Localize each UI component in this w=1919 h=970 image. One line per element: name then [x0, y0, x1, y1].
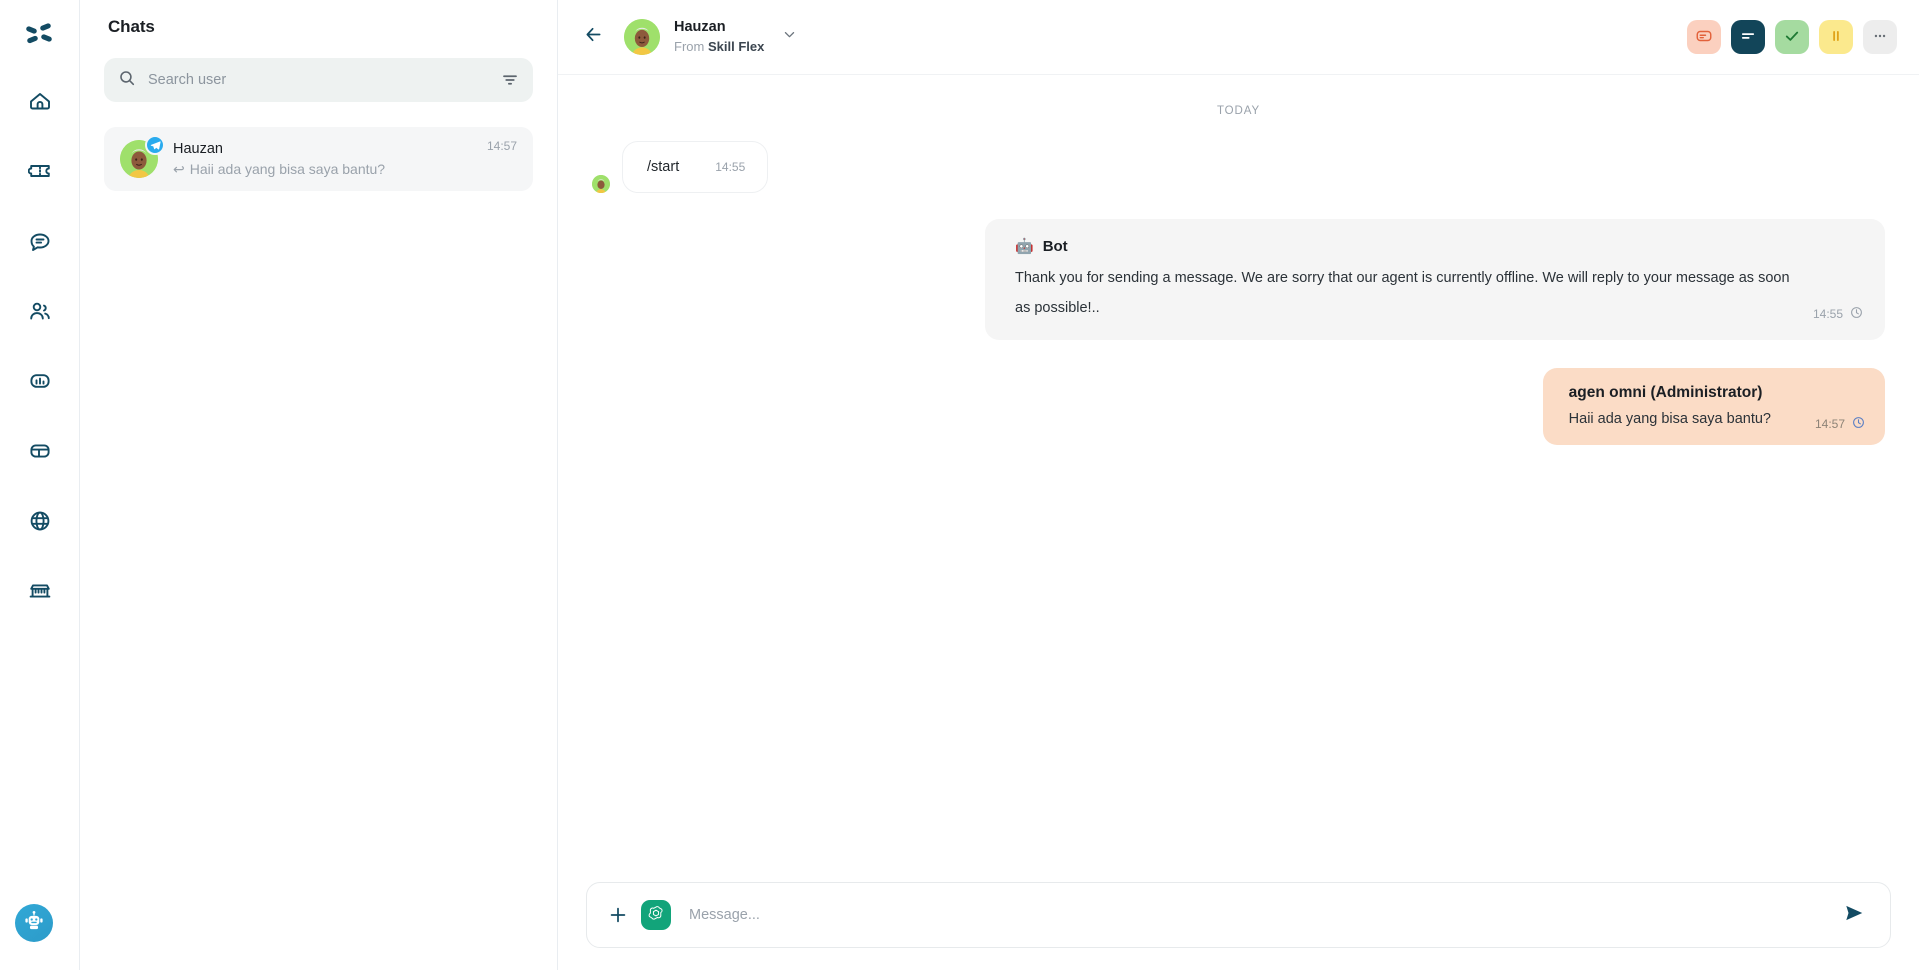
marketplace-icon: [28, 579, 52, 608]
chat-list-item-name: Hauzan: [173, 140, 223, 157]
ellipsis-icon: [1871, 27, 1889, 48]
message-avatar: [592, 175, 610, 193]
message-sender-agent: agen omni (Administrator): [1568, 384, 1763, 401]
clock-icon: [1852, 416, 1865, 432]
message-bubble-outgoing: agen omni (Administrator) Haii ada yang …: [1542, 368, 1885, 445]
pause-icon: [1827, 27, 1845, 48]
sidebar-item-marketplace[interactable]: [17, 570, 63, 616]
message-meta: 14:55: [1813, 306, 1863, 322]
app-logo[interactable]: [18, 14, 62, 58]
message-text: Thank you for sending a message. We are …: [1015, 270, 1790, 316]
telegram-badge-icon: [145, 135, 165, 155]
chat-list-panel: Chats Search user Hauzan ↩ Haii ada yang…: [80, 0, 558, 970]
sidebar-item-home[interactable]: [17, 80, 63, 126]
message-bubble-bot: 🤖 Bot Thank you for sending a message. W…: [985, 219, 1885, 340]
more-button[interactable]: [1863, 20, 1897, 54]
message-time: 14:57: [1814, 417, 1845, 431]
globe-icon: [28, 509, 52, 538]
send-button[interactable]: [1840, 901, 1868, 929]
message-incoming: /start 14:55: [592, 141, 1885, 193]
message-time: 14:55: [1812, 307, 1843, 321]
avatar: [120, 135, 165, 178]
note-icon: [1695, 27, 1713, 48]
filter-icon[interactable]: [495, 71, 519, 89]
chat-list-item-snippet-text: Haii ada yang bisa saya bantu?: [189, 160, 386, 177]
conversation-source-value: Skill Flex: [707, 39, 765, 54]
conversation-avatar: [624, 19, 660, 55]
chat-icon: [28, 229, 52, 258]
robot-emoji-icon: 🤖: [1015, 238, 1034, 255]
clock-icon: [1850, 306, 1863, 322]
conversation-expand-button[interactable]: [782, 27, 797, 47]
message-input[interactable]: [689, 907, 1840, 923]
back-button[interactable]: [576, 20, 610, 54]
pending-button[interactable]: [1819, 20, 1853, 54]
conversation-source: From Skill Flex: [674, 38, 764, 56]
bot-assistant-button[interactable]: [15, 904, 53, 942]
sidebar-item-analytics[interactable]: [17, 360, 63, 406]
transcript-button[interactable]: [1731, 20, 1765, 54]
robot-icon: [23, 910, 45, 937]
message-time: 14:55: [715, 160, 746, 174]
sidebar-item-tickets[interactable]: [17, 150, 63, 196]
chat-list-item-snippet: ↩ Haii ada yang bisa saya bantu?: [173, 160, 517, 179]
openai-icon: [647, 904, 665, 927]
note-button[interactable]: [1687, 20, 1721, 54]
ai-assist-button[interactable]: [641, 900, 671, 930]
day-divider: TODAY: [592, 101, 1885, 119]
conversation-header: Hauzan From Skill Flex: [558, 0, 1919, 75]
conversation-source-label: From: [674, 39, 705, 54]
layers-icon: [28, 439, 52, 468]
message-thread: TODAY /start 14:55 🤖 Bot Thank you for s…: [558, 75, 1919, 882]
back-arrow-icon: [583, 24, 604, 50]
message-composer[interactable]: [586, 882, 1891, 948]
sidebar-item-contacts[interactable]: [17, 290, 63, 336]
send-icon: [1843, 902, 1865, 929]
transcript-icon: [1739, 27, 1757, 48]
composer-area: [558, 882, 1919, 970]
day-divider-label: TODAY: [1216, 105, 1261, 117]
message-sender-label: Bot: [1042, 238, 1068, 255]
conversation-panel: Hauzan From Skill Flex TODAY /start 14:5…: [558, 0, 1919, 970]
contacts-icon: [28, 299, 52, 328]
search-input[interactable]: [148, 72, 495, 88]
message-text: /start: [647, 159, 680, 175]
attach-plus-button[interactable]: [605, 902, 631, 928]
sidebar-item-channels[interactable]: [17, 500, 63, 546]
reply-marker-icon: ↩: [173, 160, 185, 177]
message-bot: 🤖 Bot Thank you for sending a message. W…: [592, 219, 1885, 340]
chat-list-item-time: 14:57: [486, 139, 517, 153]
chevron-down-icon: [782, 27, 797, 47]
chat-list-item-hauzan[interactable]: Hauzan ↩ Haii ada yang bisa saya bantu? …: [104, 127, 533, 191]
left-nav-rail: [0, 0, 80, 970]
search-bar[interactable]: [104, 58, 533, 102]
ticket-icon: [27, 159, 52, 188]
sidebar-item-modules[interactable]: [17, 430, 63, 476]
chat-list-item-meta: Hauzan ↩ Haii ada yang bisa saya bantu?: [173, 140, 517, 179]
home-icon: [28, 89, 52, 118]
message-outgoing: agen omni (Administrator) Haii ada yang …: [592, 368, 1885, 445]
conversation-contact-name: Hauzan: [674, 19, 726, 35]
page-title: Chats: [108, 17, 155, 36]
analytics-icon: [28, 369, 52, 398]
check-icon: [1783, 27, 1801, 48]
conversation-title-block: Hauzan From Skill Flex: [674, 18, 764, 56]
app-root: Chats Search user Hauzan ↩ Haii ada yang…: [0, 0, 1919, 970]
sidebar-item-chats[interactable]: [17, 220, 63, 266]
message-meta: 14:57: [1815, 416, 1865, 432]
message-sender-bot: 🤖 Bot: [1015, 236, 1861, 258]
message-bubble-incoming: /start 14:55: [622, 141, 769, 193]
conversation-actions: [1687, 20, 1897, 54]
resolve-button[interactable]: [1775, 20, 1809, 54]
search-icon: [118, 69, 136, 92]
